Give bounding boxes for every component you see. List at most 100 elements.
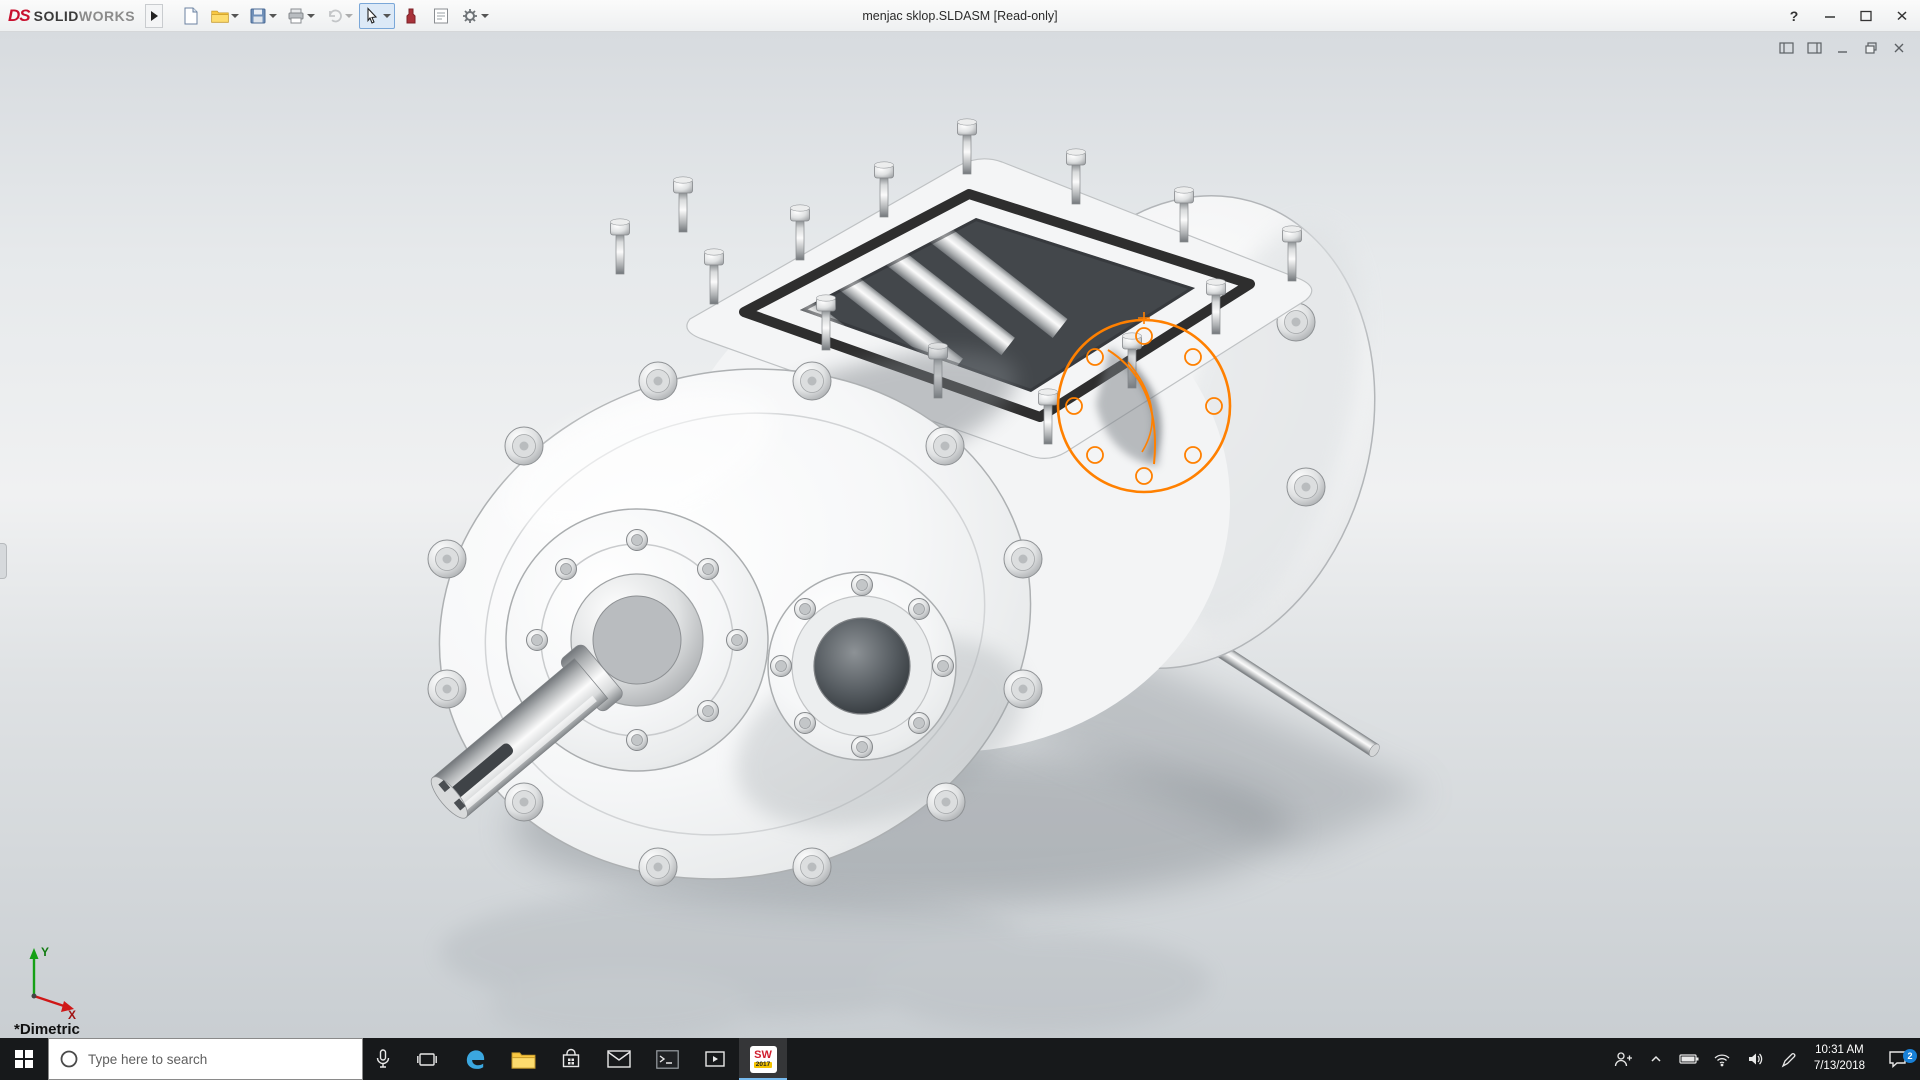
people-icon: [1615, 1051, 1633, 1066]
solidworks-logo: DS SOLID WORKS: [8, 5, 136, 25]
battery-icon: [1679, 1054, 1699, 1064]
undo-icon: [329, 9, 342, 22]
command-prompt-icon: [655, 1049, 679, 1069]
undo-button[interactable]: [321, 3, 357, 29]
task-view-button[interactable]: [403, 1038, 451, 1080]
dropdown-caret[interactable]: [231, 13, 240, 18]
options-gear-icon: [463, 8, 478, 23]
new-document-button[interactable]: [177, 3, 205, 29]
battery-button[interactable]: [1673, 1051, 1706, 1067]
document-properties-icon: [434, 8, 449, 23]
system-tray: 10:31 AM 7/13/2018 2: [1607, 1038, 1920, 1080]
model-3d-scene[interactable]: [0, 32, 1920, 1038]
taskbar-app-mail[interactable]: [595, 1038, 643, 1080]
save-button[interactable]: [245, 3, 281, 29]
pane-left-icon: [1779, 42, 1794, 54]
select-arrow-icon: [367, 6, 378, 24]
media-player-icon: [705, 1051, 725, 1067]
windows-logo-icon: [15, 1050, 33, 1068]
microphone-button[interactable]: [363, 1038, 403, 1080]
cortana-icon: [60, 1050, 78, 1068]
dropdown-caret[interactable]: [383, 13, 392, 18]
print-icon: [288, 8, 304, 23]
mail-icon: [607, 1050, 631, 1068]
taskbar-clock[interactable]: 10:31 AM 7/13/2018: [1805, 1043, 1874, 1074]
notification-badge: 2: [1903, 1049, 1917, 1063]
network-button[interactable]: [1706, 1051, 1739, 1067]
volume-button[interactable]: [1739, 1051, 1772, 1067]
doc-close-icon: [1894, 43, 1904, 53]
solidworks-app-icon: SW 2017: [749, 1045, 777, 1073]
doc-close-button[interactable]: [1888, 38, 1910, 58]
pen-button[interactable]: [1772, 1051, 1805, 1068]
open-icon: [211, 10, 229, 23]
y-axis-arrow: [29, 948, 39, 959]
maximize-button[interactable]: [1848, 0, 1884, 31]
feature-manager-splitter[interactable]: [0, 543, 7, 579]
volume-icon: [1748, 1053, 1763, 1065]
help-button[interactable]: ?: [1776, 0, 1812, 31]
taskbar-app-file-explorer[interactable]: [499, 1038, 547, 1080]
doc-restore-icon: [1865, 42, 1877, 54]
taskbar-app-solidworks[interactable]: SW 2017: [739, 1038, 787, 1080]
people-button[interactable]: [1607, 1051, 1640, 1068]
minimize-icon: [1825, 15, 1835, 18]
doc-minimize-icon: [1838, 51, 1847, 53]
menu-flyout-button[interactable]: [145, 3, 164, 28]
ds-logo-mark: DS: [8, 5, 31, 25]
appearances-icon: [406, 8, 416, 23]
print-button[interactable]: [283, 3, 319, 29]
window-controls: ?: [1776, 0, 1920, 31]
windows-taskbar: SW 2017 10:31 AM 7/13/2018 2: [0, 1038, 1920, 1080]
pane-right-icon: [1807, 42, 1822, 54]
new-document-icon: [184, 7, 198, 24]
triad-origin: [31, 993, 37, 999]
pane-right-button[interactable]: [1804, 38, 1826, 58]
dropdown-caret[interactable]: [307, 13, 316, 18]
minimize-button[interactable]: [1812, 0, 1848, 31]
wifi-icon: [1714, 1054, 1730, 1067]
app-title-bar: DS SOLID WORKS menjac sklop.SLDASM [Read…: [0, 0, 1920, 32]
maximize-icon: [1860, 10, 1872, 21]
taskbar-search[interactable]: [48, 1038, 363, 1080]
select-tool-button[interactable]: [359, 2, 396, 29]
dropdown-caret[interactable]: [269, 13, 278, 18]
search-input[interactable]: [88, 1051, 352, 1067]
taskbar-app-command-prompt[interactable]: [643, 1038, 691, 1080]
dropdown-caret[interactable]: [481, 13, 490, 18]
task-view-icon: [417, 1053, 437, 1066]
start-button[interactable]: [0, 1038, 48, 1080]
doc-minimize-button[interactable]: [1832, 38, 1854, 58]
clock-time: 10:31 AM: [1815, 1044, 1864, 1057]
taskbar-app-store[interactable]: [547, 1038, 595, 1080]
y-axis-label: Y: [41, 945, 49, 959]
graphics-area[interactable]: Y X *Dimetric: [0, 32, 1920, 1038]
action-center-button[interactable]: 2: [1874, 1049, 1920, 1068]
chevron-up-icon: [1651, 1055, 1661, 1062]
close-icon: [1897, 10, 1907, 20]
clock-date: 7/13/2018: [1813, 1060, 1865, 1072]
close-button[interactable]: [1884, 0, 1920, 31]
document-properties-button[interactable]: [427, 3, 455, 29]
view-orientation-label: *Dimetric: [14, 1021, 80, 1038]
bearing-flange[interactable]: [767, 571, 957, 761]
x-axis-label: X: [68, 1008, 76, 1020]
taskbar-app-media-player[interactable]: [691, 1038, 739, 1080]
quick-access-toolbar: [177, 2, 493, 29]
save-icon: [250, 8, 266, 23]
tray-expand-button[interactable]: [1640, 1052, 1673, 1066]
pen-icon: [1781, 1052, 1796, 1067]
microphone-icon: [376, 1049, 390, 1068]
store-icon: [562, 1048, 580, 1068]
dropdown-caret[interactable]: [345, 13, 354, 18]
orientation-triad: Y X: [29, 945, 76, 1020]
pane-left-button[interactable]: [1776, 38, 1798, 58]
open-button[interactable]: [207, 3, 243, 29]
appearances-button[interactable]: [397, 3, 425, 29]
document-window-controls: [1776, 38, 1910, 58]
options-button[interactable]: [457, 3, 493, 29]
flyout-arrow-icon: [150, 10, 158, 21]
document-title: menjac sklop.SLDASM [Read-only]: [862, 8, 1058, 23]
taskbar-app-edge[interactable]: [451, 1038, 499, 1080]
doc-restore-button[interactable]: [1860, 38, 1882, 58]
